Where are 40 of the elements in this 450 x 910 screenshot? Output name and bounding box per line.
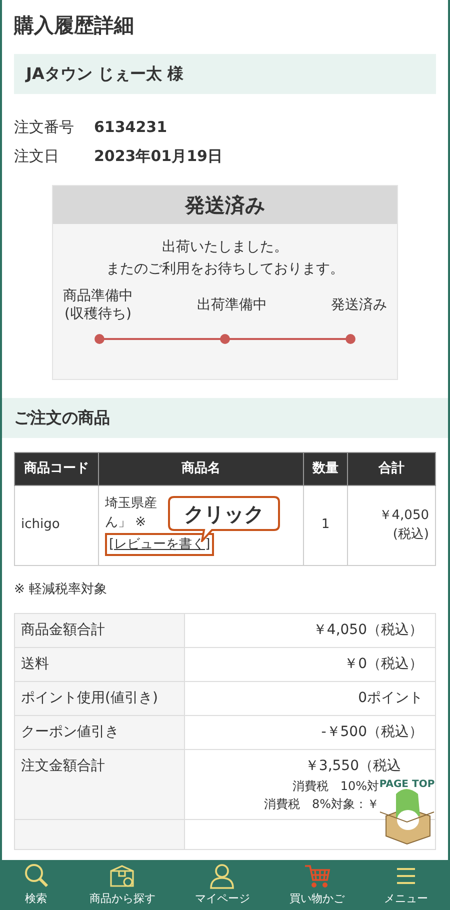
total-cell: ￥4,050 (税込): [348, 485, 436, 565]
product-code: ichigo: [14, 485, 98, 565]
status-message: またのご利用をお待ちしております。: [105, 260, 345, 280]
summary-value: ￥4,050（税込）: [184, 614, 436, 648]
nav-button[interactable]: 商品から探す: [89, 862, 156, 908]
tax-line: 消費税 10%対: [292, 778, 379, 795]
summary-value: 0ポイント: [184, 682, 436, 716]
summary-label: 送料: [14, 648, 184, 682]
step-label: 商品準備中 (収穫待ち): [63, 286, 133, 324]
note-text: ※ 軽減税率対象: [13, 580, 108, 598]
summary-value: -￥500（税込）: [184, 716, 436, 750]
column-header: 数量: [304, 452, 348, 485]
step-label: 出荷準備中: [197, 296, 267, 314]
info-label: 注文日: [14, 146, 60, 166]
column-header: 合計: [348, 452, 436, 485]
quantity-cell: 1: [304, 485, 348, 565]
product-name: 埼玉県産: [105, 494, 157, 514]
nav-button[interactable]: メニュー: [384, 862, 428, 908]
nav-button[interactable]: 検索: [22, 862, 50, 908]
summary-label: 注文金額合計: [14, 750, 184, 820]
summary-label: 商品金額合計: [14, 614, 184, 648]
summary-value: ￥3,550（税込: [304, 757, 402, 776]
page-title: 購入履歴詳細: [12, 12, 135, 39]
summary-value: ￥0（税込）: [184, 648, 436, 682]
summary-label: クーポン値引き: [14, 716, 184, 750]
summary-label: ポイント使用(値引き): [14, 682, 184, 716]
status-message: 出荷いたしました。: [161, 238, 289, 257]
nav-button[interactable]: マイページ: [194, 862, 250, 908]
customer-name: JAタウン じぇー太 様: [14, 54, 436, 94]
column-header: 商品名: [98, 452, 304, 485]
step-label: 発送済み: [331, 296, 387, 314]
info-value: 6134231: [94, 117, 168, 138]
nav-button[interactable]: 買い物かご: [290, 862, 345, 908]
info-value: 2023年01月19日: [94, 146, 224, 166]
info-label: 注文番号: [14, 117, 75, 138]
tax-line: 消費税 8%対象：￥: [264, 796, 379, 813]
status-heading: 発送済み: [53, 186, 397, 224]
column-header: 商品コード: [14, 452, 98, 485]
section-heading: ご注文の商品: [2, 398, 448, 438]
product-name: ん」 ※: [105, 513, 146, 533]
